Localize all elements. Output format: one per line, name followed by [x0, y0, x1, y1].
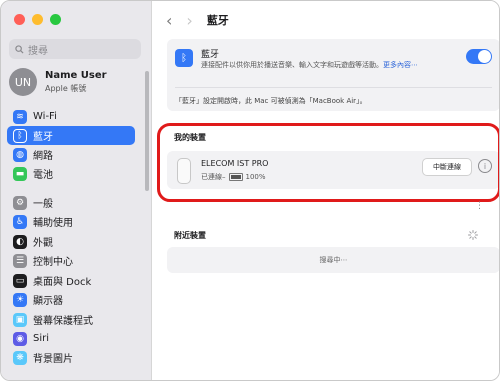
avatar: UN: [9, 68, 37, 96]
sidebar-item-label: Siri: [33, 333, 50, 344]
sidebar-item-desktop-dock[interactable]: ▭ 桌面與 Dock: [7, 271, 135, 290]
siri-icon: ◉: [13, 331, 27, 346]
back-button[interactable]: ‹: [166, 11, 172, 30]
sidebar-scrollbar[interactable]: [145, 71, 149, 191]
sidebar-item-accessibility[interactable]: ♿ 輔助使用: [7, 212, 135, 231]
bluetooth-description: 連接配件以供你用於播送音樂、輸入文字和玩遊戲等活動。更多內容⋯: [201, 60, 441, 71]
sidebar-item-appearance[interactable]: ◐ 外觀: [7, 232, 135, 251]
description-text: 連接配件以供你用於播送音樂、輸入文字和玩遊戲等活動。: [201, 61, 383, 69]
sidebar-item-label: 電池: [33, 170, 53, 181]
battery-icon: ▬: [13, 166, 27, 181]
window-controls: [14, 14, 61, 25]
close-button[interactable]: [14, 14, 25, 25]
spinner-icon: [468, 230, 478, 240]
wallpaper-icon: ❋: [13, 350, 27, 365]
more-link[interactable]: 更多內容⋯: [383, 61, 418, 69]
sidebar-item-bluetooth[interactable]: ᛒ 藍牙: [7, 126, 135, 145]
wifi-icon: ≋: [13, 109, 27, 124]
bluetooth-icon: ᛒ: [13, 128, 27, 143]
toolbar: ‹ › 藍牙: [152, 1, 499, 39]
sidebar-item-label: 背景圖片: [33, 354, 73, 365]
sidebar-item-label: 顯示器: [33, 296, 63, 307]
page-title: 藍牙: [206, 14, 229, 27]
search-icon: [15, 44, 24, 54]
gear-icon: ⚙: [13, 195, 27, 210]
sidebar-item-network[interactable]: ◍ 網路: [7, 145, 135, 164]
dock-icon: ▭: [13, 273, 27, 288]
sidebar-item-label: 網路: [33, 151, 53, 162]
highlight-annotation: [157, 123, 499, 202]
sidebar-item-label: 一般: [33, 199, 53, 210]
sidebar-item-general[interactable]: ⚙ 一般: [7, 193, 135, 212]
sidebar-item-label: 輔助使用: [33, 218, 73, 229]
screensaver-icon: ▣: [13, 312, 27, 327]
sidebar: 搜尋 UN Name User Apple 帳號 ≋ Wi-Fi ᛒ 藍牙 ◍ …: [1, 1, 152, 380]
settings-window: 搜尋 UN Name User Apple 帳號 ≋ Wi-Fi ᛒ 藍牙 ◍ …: [0, 0, 500, 381]
forward-button[interactable]: ›: [186, 11, 192, 30]
sidebar-item-displays[interactable]: ☀ 顯示器: [7, 290, 135, 309]
search-placeholder: 搜尋: [28, 45, 48, 57]
searching-text: 搜尋中⋯: [319, 256, 348, 264]
sidebar-item-label: 螢幕保護程式: [33, 316, 93, 327]
sidebar-item-siri[interactable]: ◉ Siri: [7, 329, 135, 348]
nearby-devices-title: 附近裝置: [174, 231, 206, 240]
sidebar-item-label: 控制中心: [33, 257, 73, 268]
accessibility-icon: ♿: [13, 214, 27, 229]
bluetooth-icon: ᛒ: [175, 49, 193, 67]
main-pane: ‹ › 藍牙 ᛒ 藍牙 連接配件以供你用於播送音樂、輸入文字和玩遊戲等活動。更多…: [152, 1, 499, 380]
toggle-knob: [478, 50, 491, 63]
sidebar-item-label: 藍牙: [33, 132, 53, 143]
sidebar-item-label: 外觀: [33, 238, 53, 249]
apple-account[interactable]: UN Name User Apple 帳號: [9, 67, 143, 97]
sidebar-item-battery[interactable]: ▬ 電池: [7, 164, 135, 183]
more-dots-icon: ⋮: [475, 201, 484, 211]
sidebar-item-wallpaper[interactable]: ❋ 背景圖片: [7, 348, 135, 367]
search-input[interactable]: 搜尋: [9, 39, 141, 59]
user-subtitle: Apple 帳號: [45, 84, 87, 93]
sidebar-item-label: 桌面與 Dock: [33, 277, 92, 288]
bluetooth-title: 藍牙: [201, 50, 220, 60]
display-icon: ☀: [13, 292, 27, 307]
globe-icon: ◍: [13, 147, 27, 162]
divider: [175, 87, 492, 88]
bluetooth-toggle[interactable]: [466, 49, 492, 64]
user-name: Name User: [45, 70, 107, 81]
sidebar-item-screensaver[interactable]: ▣ 螢幕保護程式: [7, 310, 135, 329]
sidebar-item-control-center[interactable]: ☰ 控制中心: [7, 251, 135, 270]
sidebar-item-wifi[interactable]: ≋ Wi-Fi: [7, 107, 135, 126]
sidebar-item-label: Wi-Fi: [33, 111, 57, 122]
zoom-button[interactable]: [50, 14, 61, 25]
bluetooth-card: ᛒ 藍牙 連接配件以供你用於播送音樂、輸入文字和玩遊戲等活動。更多內容⋯ 「藍牙…: [167, 39, 499, 111]
bluetooth-note: 「藍牙」設定開啟時，此 Mac 可被偵測為「MacBook Air」。: [175, 97, 367, 105]
minimize-button[interactable]: [32, 14, 43, 25]
control-center-icon: ☰: [13, 253, 27, 268]
appearance-icon: ◐: [13, 234, 27, 249]
nearby-searching-row: 搜尋中⋯: [167, 247, 499, 273]
